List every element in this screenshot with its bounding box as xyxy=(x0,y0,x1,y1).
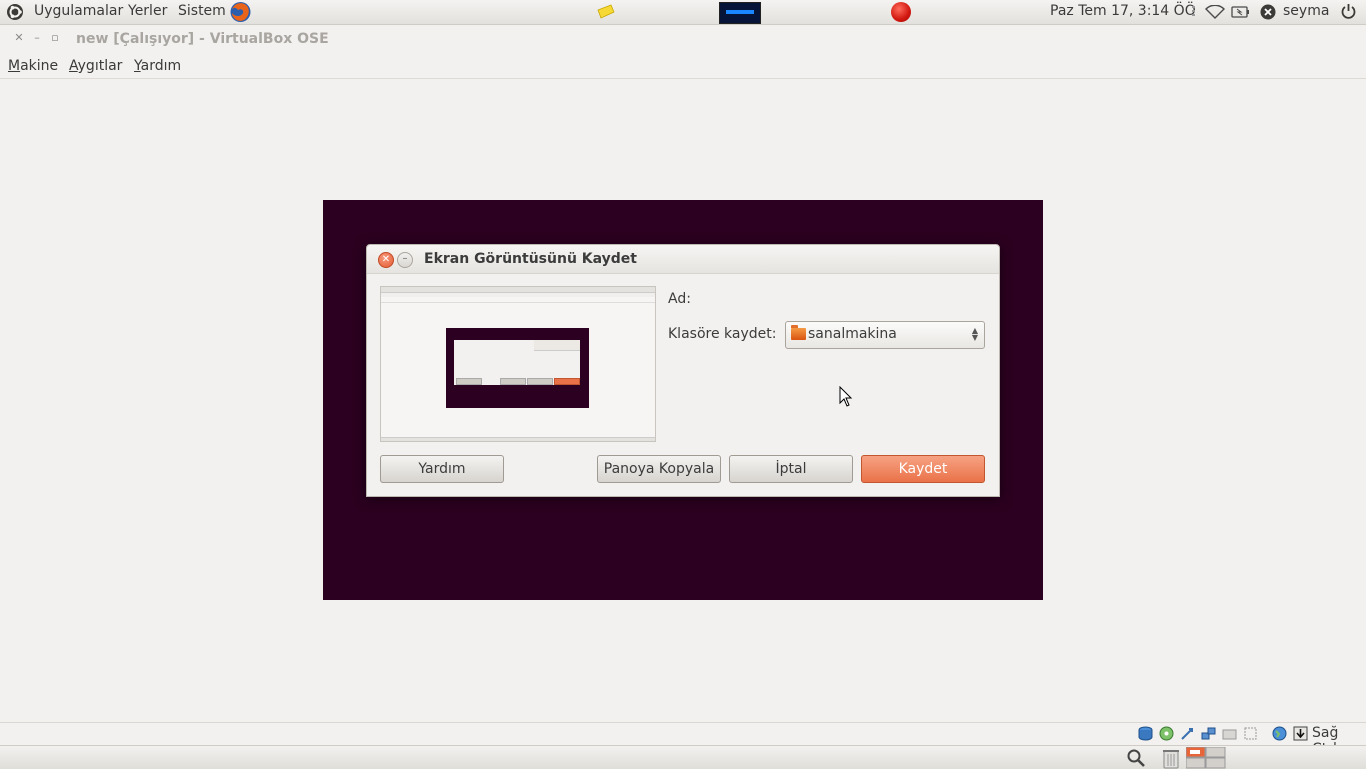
display-icon[interactable] xyxy=(1243,726,1258,741)
menu-help[interactable]: Yardım xyxy=(134,58,181,74)
dialog-minimize-icon[interactable]: – xyxy=(397,252,413,268)
dialog-title: Ekran Görüntüsünü Kaydet xyxy=(424,251,637,267)
cancel-button[interactable]: İptal xyxy=(729,455,853,483)
cd-dvd-icon[interactable] xyxy=(1159,726,1174,741)
notes-applet-icon[interactable] xyxy=(597,4,615,19)
usb-icon[interactable] xyxy=(1180,726,1195,741)
panel-separator xyxy=(1192,6,1195,18)
menu-applications[interactable]: Uygulamalar xyxy=(34,3,123,19)
copy-to-clipboard-button[interactable]: Panoya Kopyala xyxy=(597,455,721,483)
folder-combo-value: sanalmakina xyxy=(808,326,897,342)
workspace-thumbnail[interactable] xyxy=(719,2,761,24)
screenshot-preview xyxy=(380,286,656,442)
save-button[interactable]: Kaydet xyxy=(861,455,985,483)
menubar: Makine Aygıtlar Yardım xyxy=(0,54,1366,79)
search-icon[interactable] xyxy=(1126,748,1146,768)
help-button[interactable]: Yardım xyxy=(380,455,504,483)
hard-disk-icon[interactable] xyxy=(1138,726,1153,741)
shared-folder-icon[interactable] xyxy=(1222,726,1237,741)
network-icon[interactable] xyxy=(1201,726,1216,741)
bottom-panel xyxy=(0,745,1366,769)
top-panel: Uygulamalar Yerler Sistem Paz Tem 17, 3:… xyxy=(0,0,1366,25)
folder-label: Klasöre kaydet: xyxy=(668,326,777,342)
menu-places[interactable]: Yerler xyxy=(128,3,167,19)
mouse-cursor-icon xyxy=(839,386,853,407)
menu-system[interactable]: Sistem xyxy=(178,3,226,19)
minimize-icon[interactable]: – xyxy=(30,31,44,45)
folder-combo[interactable]: sanalmakina ▲ ▼ xyxy=(785,321,985,349)
keyboard-capture-icon[interactable] xyxy=(1293,726,1308,741)
window-titlebar: ✕ – ▫ new [Çalışıyor] - VirtualBox OSE xyxy=(0,25,1366,53)
power-icon[interactable] xyxy=(1340,3,1357,20)
user-status-icon[interactable] xyxy=(1260,4,1276,20)
record-icon[interactable] xyxy=(891,2,911,22)
user-name[interactable]: seyma xyxy=(1283,3,1329,19)
mouse-integration-icon[interactable] xyxy=(1272,726,1287,741)
folder-icon xyxy=(791,325,806,340)
workspace-switcher-icon[interactable] xyxy=(1186,747,1226,769)
vm-statusbar: Sağ Ctrl xyxy=(0,722,1366,757)
clock[interactable]: Paz Tem 17, 3:14 ÖÖ xyxy=(1050,3,1196,19)
close-icon[interactable]: ✕ xyxy=(12,31,26,45)
dialog-close-icon[interactable]: ✕ xyxy=(378,252,394,268)
battery-icon[interactable] xyxy=(1231,6,1250,18)
menu-devices[interactable]: Aygıtlar xyxy=(69,58,122,74)
firefox-icon[interactable] xyxy=(229,1,252,23)
save-screenshot-dialog: ✕ – Ekran Görüntüsünü Kaydet Ad: Klasöre… xyxy=(366,244,1000,497)
maximize-icon[interactable]: ▫ xyxy=(48,31,62,45)
window-title: new [Çalışıyor] - VirtualBox OSE xyxy=(76,31,329,47)
dialog-titlebar: ✕ – Ekran Görüntüsünü Kaydet xyxy=(367,245,999,274)
name-label: Ad: xyxy=(668,291,691,307)
wifi-icon[interactable] xyxy=(1205,5,1225,19)
menu-machine[interactable]: Makine xyxy=(8,58,58,74)
ubuntu-logo-icon[interactable] xyxy=(6,3,24,21)
trash-icon[interactable] xyxy=(1161,747,1181,769)
combo-arrows-icon: ▲ ▼ xyxy=(971,326,978,342)
